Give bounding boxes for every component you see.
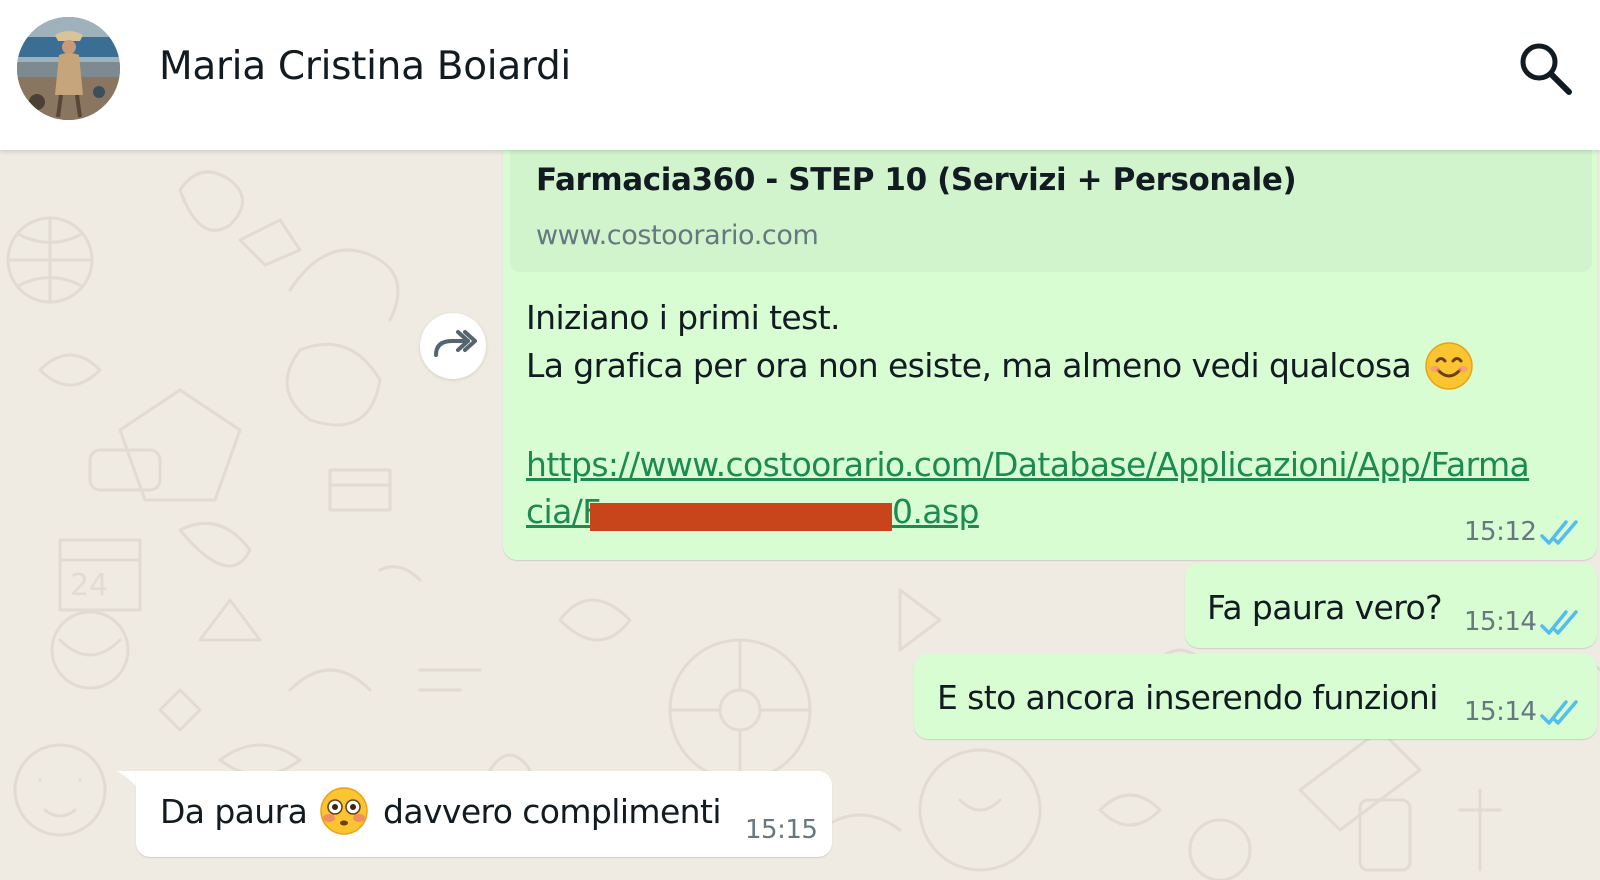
smiling-face-emoji xyxy=(1424,341,1474,395)
message-time: 15:14 xyxy=(1464,607,1537,637)
link-preview-title: Farmacia360 - STEP 10 (Servizi + Persona… xyxy=(536,162,1297,198)
message-text: E sto ancora inserendo funzioni xyxy=(937,678,1438,717)
message-link-line[interactable]: https://www.costoorario.com/Database/App… xyxy=(526,445,1530,484)
message-text-line: La grafica per ora non esiste, ma almeno… xyxy=(526,346,1412,385)
read-receipt-icon xyxy=(1540,698,1582,732)
search-button[interactable] xyxy=(1517,40,1577,100)
message-time: 15:14 xyxy=(1464,697,1537,727)
message-time: 15:15 xyxy=(745,815,818,845)
forward-icon xyxy=(434,330,477,357)
message-text: davvero complimenti xyxy=(383,792,721,831)
message-link-line[interactable]: 0.asp xyxy=(892,492,979,531)
flushed-face-emoji xyxy=(319,786,369,840)
forward-button[interactable] xyxy=(420,313,486,379)
chat-window: 24 Maria Cristina Boiardi Farmacia360 - … xyxy=(0,0,1600,880)
link-preview-card[interactable]: Farmacia360 - STEP 10 (Servizi + Persona… xyxy=(510,148,1592,272)
message-text: Fa paura vero? xyxy=(1207,588,1443,627)
link-preview-domain: www.costoorario.com xyxy=(536,220,819,251)
message-text-line: Iniziano i primi test. xyxy=(526,298,841,337)
read-receipt-icon xyxy=(1540,518,1582,552)
read-receipt-icon xyxy=(1540,608,1582,642)
message-text: Da paura xyxy=(160,792,308,831)
message-time: 15:12 xyxy=(1464,517,1537,547)
search-icon xyxy=(1520,43,1572,95)
redaction-bar xyxy=(590,503,892,531)
chat-header: Maria Cristina Boiardi xyxy=(0,0,1600,150)
contact-avatar[interactable] xyxy=(17,17,120,120)
contact-name[interactable]: Maria Cristina Boiardi xyxy=(159,44,571,89)
svg-text:24: 24 xyxy=(70,568,108,603)
contact-photo xyxy=(17,17,120,120)
